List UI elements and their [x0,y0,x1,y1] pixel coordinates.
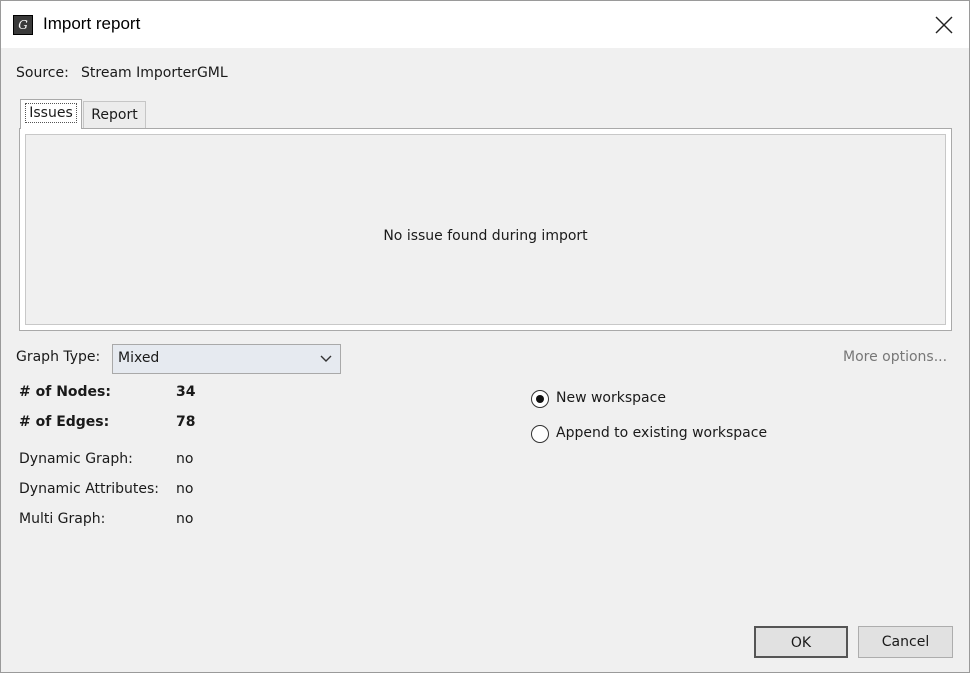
append-workspace-label: Append to existing workspace [556,425,768,441]
dynamic-attributes-label: Dynamic Attributes: [19,481,160,497]
close-button[interactable] [929,11,959,39]
tab-issues-label: Issues [25,103,77,123]
ok-button-label: OK [790,635,812,651]
gephi-logo-icon: G [13,15,33,35]
source-value: Stream ImporterGML [81,65,228,81]
chevron-down-icon [320,355,332,362]
source-label: Source: [16,65,69,81]
close-icon [935,16,953,34]
tab-report[interactable]: Report [83,101,146,128]
issues-message: No issue found during import [383,228,588,244]
dynamic-attributes-value: no [176,481,194,497]
edges-label: # of Edges: [19,414,110,430]
issues-panel: No issue found during import [19,128,952,331]
graph-type-dropdown[interactable]: Mixed [112,344,341,374]
tab-report-label: Report [91,107,138,123]
graph-type-selected: Mixed [118,350,160,366]
new-workspace-label: New workspace [556,390,666,406]
cancel-button[interactable]: Cancel [858,626,953,658]
radio-selected-dot [536,395,544,403]
dynamic-graph-value: no [176,451,194,467]
multi-graph-value: no [176,511,194,527]
title-bar: G Import report [1,1,969,48]
window-title: Import report [43,14,141,33]
edges-value: 78 [176,414,196,430]
multi-graph-label: Multi Graph: [19,511,106,527]
dynamic-graph-label: Dynamic Graph: [19,451,133,467]
import-report-dialog: G Import report Source: Stream ImporterG… [0,0,970,673]
nodes-label: # of Nodes: [19,384,111,400]
append-workspace-radio[interactable] [531,425,549,443]
more-options-link[interactable]: More options... [843,349,947,365]
issues-content: No issue found during import [25,134,946,325]
ok-button[interactable]: OK [754,626,848,658]
tab-issues[interactable]: Issues [20,99,82,129]
new-workspace-radio[interactable] [531,390,549,408]
graph-type-label: Graph Type: [16,349,101,365]
nodes-value: 34 [176,384,196,400]
